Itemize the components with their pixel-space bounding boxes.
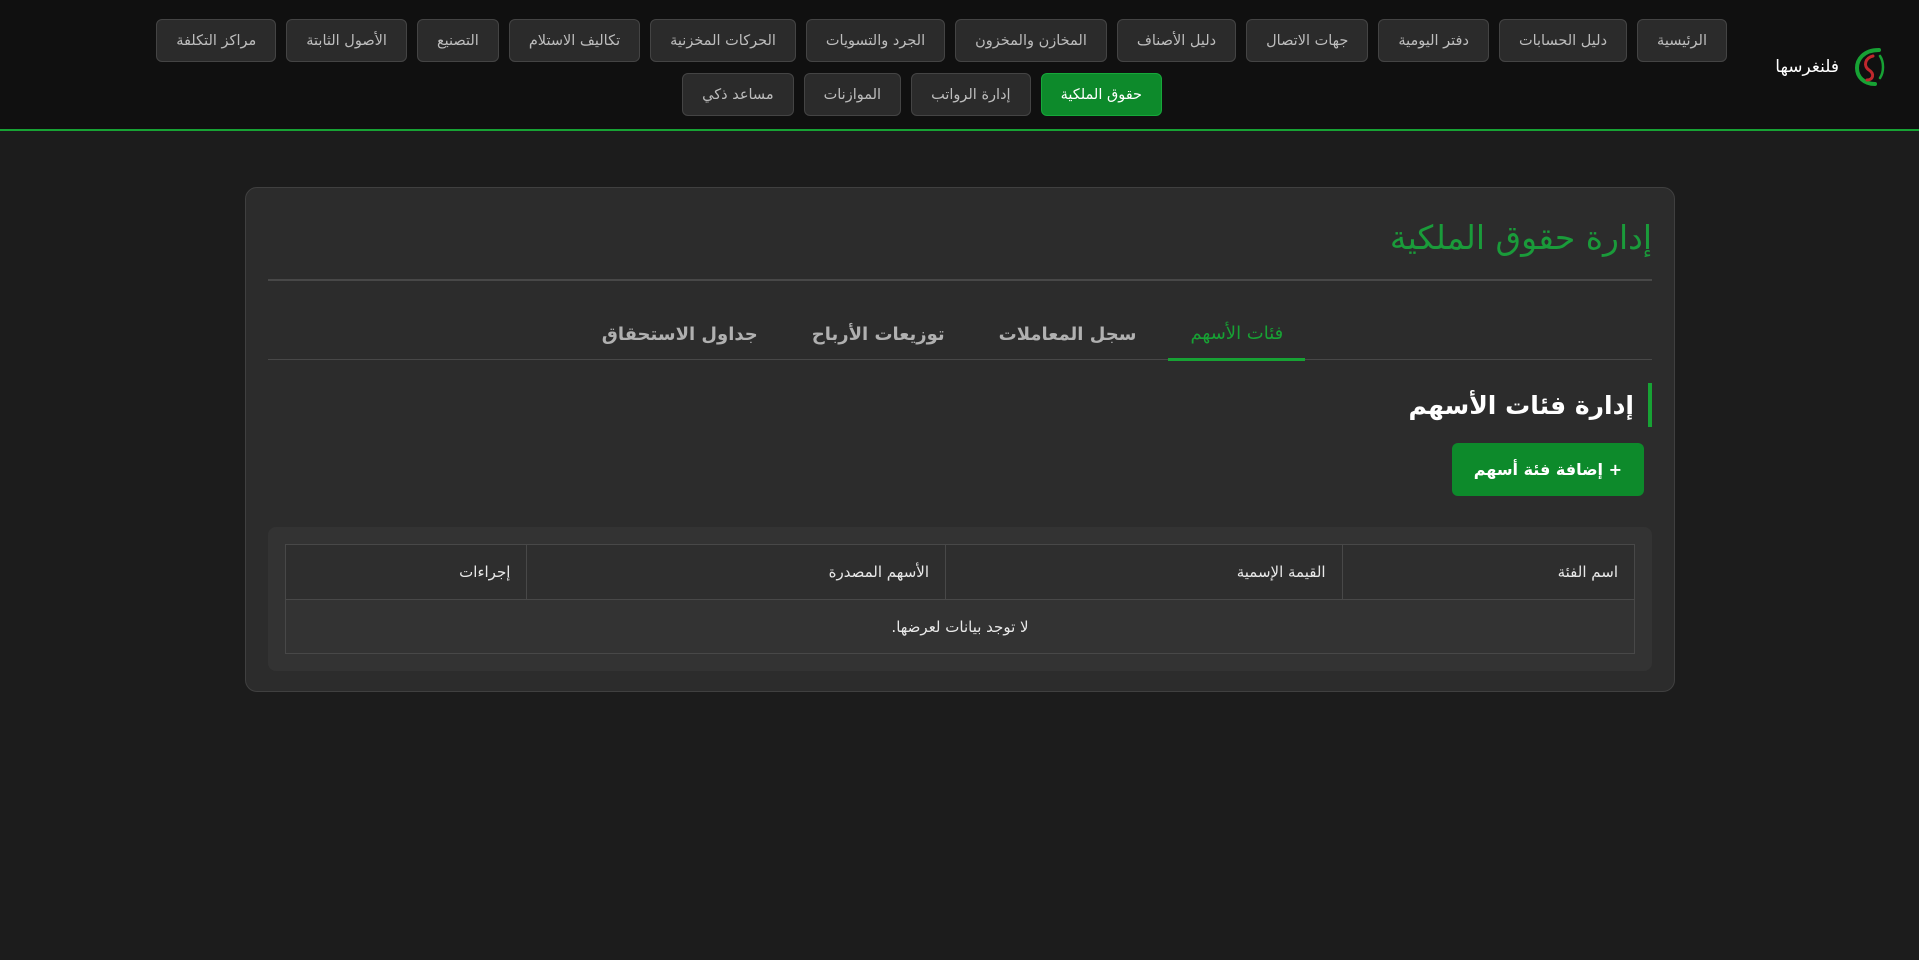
- nav-item-contacts[interactable]: جهات الاتصال: [1246, 19, 1369, 62]
- nav-row-1: الرئيسية دليل الحسابات دفتر اليومية جهات…: [67, 19, 1727, 62]
- nav-item-ai-assistant[interactable]: مساعد ذكي: [682, 73, 794, 116]
- nav-row-2: حقوق الملكية إدارة الرواتب الموازنات مسا…: [67, 73, 1727, 116]
- nav-item-landed-costs[interactable]: تكاليف الاستلام: [508, 19, 641, 62]
- tab-transactions-log[interactable]: سجل المعاملات: [977, 308, 1159, 360]
- nav-item-chart-of-accounts[interactable]: دليل الحسابات: [1498, 19, 1628, 62]
- nav-item-home[interactable]: الرئيسية: [1637, 19, 1727, 62]
- nav-item-journal[interactable]: دفتر اليومية: [1378, 19, 1489, 62]
- brand[interactable]: فلنغرسها: [1775, 44, 1887, 90]
- column-header-actions: إجراءات: [284, 544, 528, 600]
- title-divider: [268, 279, 1652, 281]
- nav-item-stocktake[interactable]: الجرد والتسويات: [805, 19, 946, 62]
- top-navigation-bar: فلنغرسها الرئيسية دليل الحسابات دفتر الي…: [0, 0, 1919, 131]
- nav-item-stock-movements[interactable]: الحركات المخزنية: [650, 19, 796, 62]
- leaf-logo-icon: [1854, 48, 1885, 86]
- table-header-row: اسم الفئة القيمة الإسمية الأسهم المصدرة …: [284, 544, 1636, 600]
- share-classes-table: اسم الفئة القيمة الإسمية الأسهم المصدرة …: [284, 544, 1636, 654]
- column-header-class-name: اسم الفئة: [1341, 544, 1636, 600]
- nav-item-equity[interactable]: حقوق الملكية: [1040, 73, 1162, 116]
- share-classes-table-container: اسم الفئة القيمة الإسمية الأسهم المصدرة …: [268, 527, 1652, 671]
- nav-item-payroll[interactable]: إدارة الرواتب: [911, 73, 1031, 116]
- nav-item-fixed-assets[interactable]: الأصول الثابتة: [286, 19, 407, 62]
- column-header-par-value: القيمة الإسمية: [945, 544, 1343, 600]
- main-nav: الرئيسية دليل الحسابات دفتر اليومية جهات…: [67, 19, 1727, 127]
- page-title: إدارة حقوق الملكية: [1389, 218, 1652, 257]
- brand-name: فلنغرسها: [1775, 57, 1839, 77]
- nav-item-warehouses[interactable]: المخازن والمخزون: [955, 19, 1107, 62]
- nav-item-items-catalog[interactable]: دليل الأصناف: [1116, 19, 1237, 62]
- equity-management-card: إدارة حقوق الملكية فئات الأسهم سجل المعا…: [245, 187, 1675, 692]
- tab-dividends[interactable]: توزيعات الأرباح: [790, 308, 967, 360]
- equity-tabs: فئات الأسهم سجل المعاملات توزيعات الأربا…: [268, 308, 1652, 361]
- column-header-issued-shares: الأسهم المصدرة: [526, 544, 946, 600]
- add-share-class-button[interactable]: + إضافة فئة أسهم: [1451, 443, 1644, 496]
- nav-item-cost-centers[interactable]: مراكز التكلفة: [156, 19, 277, 62]
- nav-item-manufacturing[interactable]: التصنيع: [416, 19, 499, 62]
- nav-item-budgets[interactable]: الموازنات: [803, 73, 902, 116]
- empty-state-message: لا توجد بيانات لعرضها.: [285, 599, 1635, 654]
- table-row: لا توجد بيانات لعرضها.: [285, 599, 1635, 654]
- tab-vesting-schedules[interactable]: جداول الاستحقاق: [580, 308, 780, 360]
- tab-share-classes[interactable]: فئات الأسهم: [1168, 308, 1306, 361]
- section-title: إدارة فئات الأسهم: [1409, 383, 1652, 427]
